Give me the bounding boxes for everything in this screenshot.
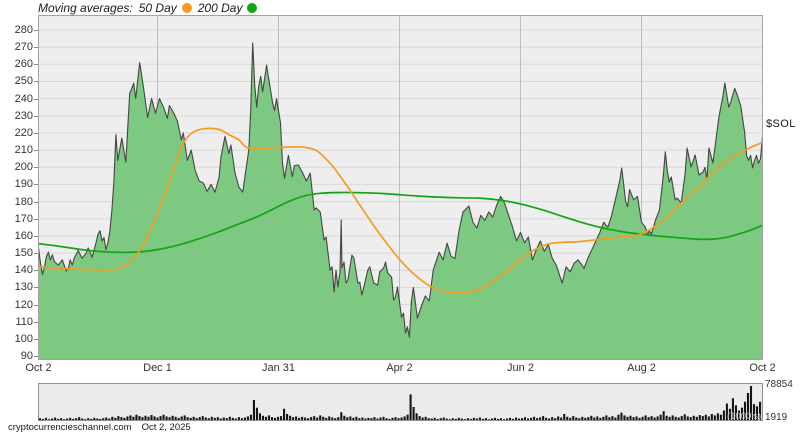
y-tick-label: 260 [14, 58, 33, 71]
volume-last-label: 1919 [765, 412, 788, 423]
volume-bar [409, 394, 412, 421]
volume-bar [662, 411, 665, 421]
y-tick-label: 180 [14, 195, 33, 208]
volume-bar [412, 407, 415, 421]
x-tick-label: Apr 2 [386, 362, 413, 374]
volume-bar [722, 410, 725, 421]
ma200-label: 200 Day [197, 0, 243, 15]
y-tick-label: 190 [14, 178, 33, 191]
volume-bar [286, 414, 289, 421]
ma50-label: 50 Day [138, 0, 177, 15]
footer: cryptocurrencieschannel.com Oct 2, 2025 [8, 422, 191, 433]
volume-bar [710, 414, 713, 421]
volume-bar [258, 413, 262, 421]
y-tick-label: 200 [14, 161, 33, 174]
x-tick-label: Oct 2 [749, 362, 776, 374]
legend: Moving averages: 50 Day 200 Day [38, 0, 258, 15]
price-chart-canvas [38, 15, 763, 360]
legend-title: Moving averages: [38, 0, 133, 15]
x-tick-label: Jan 31 [261, 362, 296, 374]
price-chart-widget: Moving averages: 50 Day 200 Day 280 270 26… [0, 0, 800, 435]
x-tick-label: Jun 2 [507, 362, 534, 374]
y-tick-label: 240 [14, 92, 33, 105]
volume-background [38, 383, 763, 421]
volume-bar [415, 413, 418, 421]
y-tick-label: 110 [15, 315, 33, 328]
y-tick-label: 100 [14, 332, 33, 345]
volume-bar [255, 407, 258, 421]
y-tick-label: 280 [14, 24, 33, 36]
y-tick-label: 250 [14, 75, 33, 88]
y-tick-label: 120 [14, 298, 33, 311]
symbol-label: $SOL [766, 118, 796, 130]
source-site-label: cryptocurrencieschannel.com [8, 422, 132, 433]
x-tick-label: Oct 2 [25, 362, 52, 374]
y-tick-label: 230 [14, 109, 33, 122]
y-tick-label: 150 [14, 247, 33, 260]
y-tick-label: 170 [14, 212, 33, 225]
y-tick-label: 130 [14, 281, 33, 294]
chart-date-label: Oct 2, 2025 [141, 422, 191, 433]
x-tick-label: Dec 1 [143, 362, 172, 374]
volume-max-label: 78854 [765, 379, 793, 390]
ma50-orange-dot-icon [181, 2, 192, 13]
volume-chart-canvas [38, 383, 763, 421]
legend-item-ma50: 50 Day [139, 1, 192, 15]
ma200-green-dot-icon [247, 2, 258, 13]
volume-bar [620, 412, 623, 421]
y-tick-label: 210 [14, 144, 33, 157]
volume-panel [38, 383, 763, 421]
y-tick-label: 160 [14, 229, 33, 242]
y-tick-label: 270 [14, 41, 33, 54]
y-tick-label: 220 [14, 126, 33, 139]
volume-bar [340, 412, 343, 421]
legend-item-ma200: 200 Day [198, 1, 258, 15]
y-tick-label: 140 [14, 264, 33, 277]
volume-bar [252, 400, 255, 421]
main-price-chart [38, 15, 763, 360]
y-tick-label: 90 [20, 350, 33, 362]
volume-bar [283, 408, 286, 421]
volume-bar [563, 414, 566, 421]
volume-bar [716, 413, 719, 421]
x-tick-label: Aug 2 [627, 362, 656, 374]
volume-units-label: (1000's) [726, 411, 761, 422]
